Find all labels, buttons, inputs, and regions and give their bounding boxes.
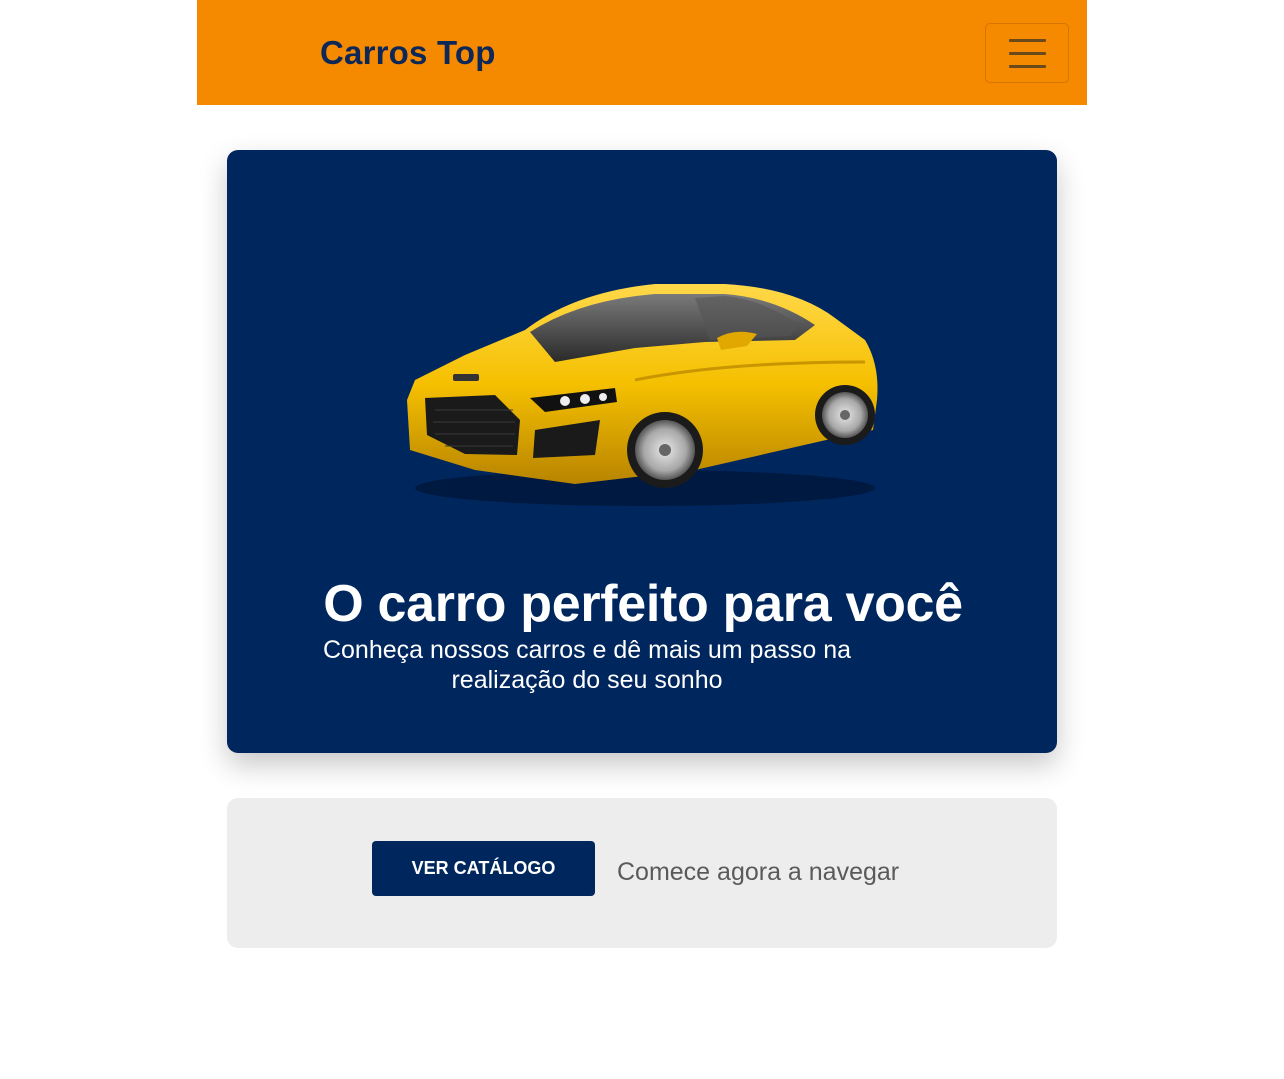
navbar: Carros Top [197,0,1087,105]
hamburger-menu-button[interactable] [985,23,1069,83]
cta-text: Comece agora a navegar [617,858,900,886]
car-image [395,270,895,520]
hero-banner: O carro perfeito para você Conheça nosso… [227,150,1057,753]
cta-section: VER CATÁLOGO Comece agora a navegar [227,798,1057,948]
view-catalog-button[interactable]: VER CATÁLOGO [372,841,595,896]
hero-subtitle: Conheça nossos carros e dê mais um passo… [322,636,852,694]
hero-title: O carro perfeito para você [323,575,963,633]
brand-logo[interactable]: Carros Top [320,34,496,72]
